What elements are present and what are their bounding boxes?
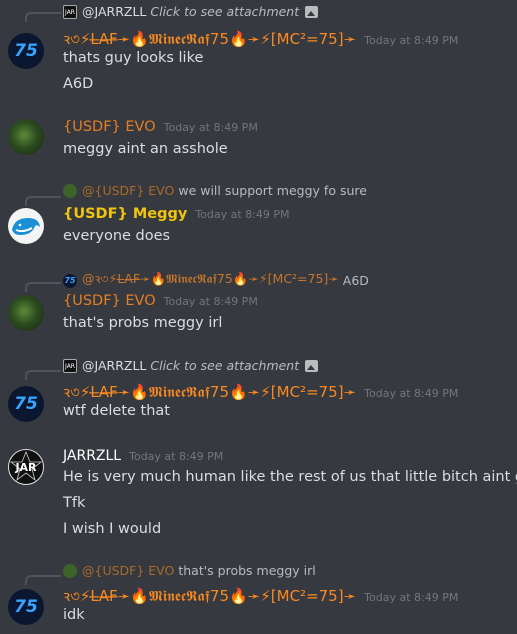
reply-connector	[25, 196, 61, 206]
timestamp: Today at 8:49 PM	[163, 295, 258, 308]
message-header: JARRZLL Today at 8:49 PM	[63, 448, 223, 464]
avatar[interactable]: JAR	[8, 449, 44, 485]
message-text: meggy aint an asshole	[63, 141, 228, 157]
username[interactable]: {USDF} EVO	[63, 119, 156, 135]
reply-text[interactable]: that's probs meggy irl	[178, 563, 315, 578]
image-icon	[305, 359, 319, 372]
message-header: {USDF} EVO Today at 8:49 PM	[63, 293, 258, 309]
reply-text[interactable]: A6D	[343, 273, 369, 288]
reply-text[interactable]: we will support meggy fo sure	[178, 183, 367, 198]
avatar[interactable]	[8, 208, 44, 244]
avatar[interactable]: 75	[8, 33, 44, 69]
message-text: He is very much human like the rest of u…	[63, 469, 517, 485]
timestamp: Today at 8:49 PM	[195, 208, 290, 221]
avatar[interactable]: 75	[8, 386, 44, 422]
message-text: everyone does	[63, 228, 171, 244]
reply-preview[interactable]: 75 @ꝛ৩⚡L̶A̶F̶➛🔥𝕸𝖎𝖓𝖊𝖈𝕽𝖆𝖋75🔥➛⚡[MC²=75]➛ A6…	[63, 270, 369, 291]
avatar[interactable]	[8, 295, 44, 331]
reply-author[interactable]: @JARRZLL	[82, 358, 146, 373]
reply-preview[interactable]: JAR @JARRZLL Click to see attachment	[63, 4, 319, 19]
timestamp: Today at 8:49 PM	[163, 121, 258, 134]
reply-text[interactable]: Click to see attachment	[150, 358, 299, 373]
message-text: that's probs meggy irl	[63, 315, 223, 331]
username[interactable]: {USDF} EVO	[63, 293, 156, 309]
reply-avatar: JAR	[63, 4, 77, 19]
avatar[interactable]: 75	[8, 589, 44, 625]
reply-preview[interactable]: @{USDF} EVO we will support meggy fo sur…	[63, 183, 367, 198]
whale-icon	[12, 218, 40, 235]
timestamp: Today at 8:49 PM	[129, 450, 224, 463]
username[interactable]: ꝛ৩⚡L̶A̶F̶➛🔥𝕸𝖎𝖓𝖊𝖈𝕽𝖆𝖋75🔥➛⚡[MC²=75]➛	[63, 585, 356, 610]
message-header: ꝛ৩⚡L̶A̶F̶➛🔥𝕸𝖎𝖓𝖊𝖈𝕽𝖆𝖋75🔥➛⚡[MC²=75]➛ Today …	[63, 585, 458, 610]
reply-avatar	[63, 183, 77, 198]
reply-avatar: JAR	[63, 358, 77, 373]
reply-text[interactable]: Click to see attachment	[150, 4, 299, 19]
username[interactable]: JARRZLL	[63, 448, 121, 464]
reply-author[interactable]: @{USDF} EVO	[82, 183, 174, 198]
reply-author[interactable]: @ꝛ৩⚡L̶A̶F̶➛🔥𝕸𝖎𝖓𝖊𝖈𝕽𝖆𝖋75🔥➛⚡[MC²=75]➛	[82, 270, 339, 291]
reply-avatar: 75	[63, 273, 77, 288]
reply-preview[interactable]: JAR @JARRZLL Click to see attachment	[63, 358, 319, 373]
reply-author[interactable]: @{USDF} EVO	[82, 563, 174, 578]
reply-preview[interactable]: @{USDF} EVO that's probs meggy irl	[63, 563, 316, 578]
reply-connector	[25, 370, 61, 380]
username[interactable]: {USDF} Meggy	[63, 206, 187, 222]
reply-avatar	[63, 563, 77, 578]
timestamp: Today at 8:49 PM	[364, 591, 459, 604]
timestamp: Today at 8:49 PM	[364, 34, 459, 47]
message-header: {USDF} Meggy Today at 8:49 PM	[63, 206, 290, 222]
message-header: {USDF} EVO Today at 8:49 PM	[63, 119, 258, 135]
reply-author[interactable]: @JARRZLL	[82, 4, 146, 19]
reply-connector	[25, 12, 61, 22]
message-text: I wish I would	[63, 521, 162, 537]
message-text: wtf delete that	[63, 403, 170, 419]
message-text: A6D	[63, 76, 94, 92]
message-text: Tfk	[63, 495, 86, 511]
message-text: thats guy looks like	[63, 50, 204, 66]
reply-connector	[25, 575, 61, 585]
avatar[interactable]	[8, 119, 44, 155]
timestamp: Today at 8:49 PM	[364, 387, 459, 400]
image-icon	[305, 5, 319, 18]
reply-connector	[25, 282, 61, 292]
message-text: idk	[63, 607, 85, 623]
